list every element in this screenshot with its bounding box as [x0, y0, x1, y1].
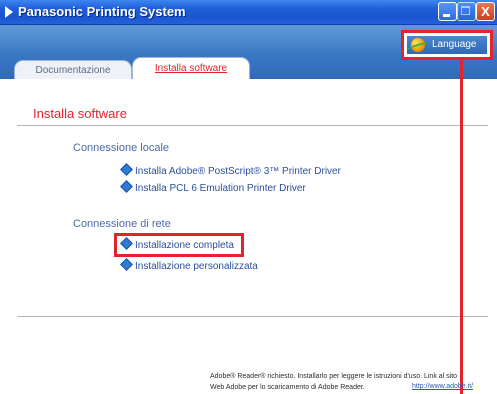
adobe-download-link[interactable]: http://www.adobe.it/ — [412, 383, 473, 390]
close-button[interactable]: X — [476, 2, 495, 21]
section-heading-network: Connessione di rete — [73, 218, 171, 230]
diamond-icon — [120, 237, 133, 250]
window-icon — [5, 6, 13, 18]
language-button[interactable]: Language — [407, 36, 487, 54]
link-label: Installazione completa — [135, 240, 234, 251]
main-content: Installa software Connessione locale Ins… — [0, 82, 497, 394]
minimize-button[interactable] — [438, 2, 457, 21]
maximize-button[interactable] — [457, 2, 476, 21]
footer-line-1: Adobe® Reader® richiesto. Installarlo pe… — [210, 373, 458, 380]
diamond-icon — [120, 180, 133, 193]
install-custom-link[interactable]: Installazione personalizzata — [120, 258, 258, 274]
diamond-icon — [120, 163, 133, 176]
link-label: Installa PCL 6 Emulation Printer Driver — [135, 183, 306, 194]
globe-icon — [411, 38, 425, 52]
language-label: Language — [432, 39, 477, 50]
diamond-icon — [120, 258, 133, 271]
tab-label: Documentazione — [35, 65, 111, 76]
app-window: Panasonic Printing System X Language Doc… — [0, 0, 497, 394]
install-postscript-driver-link[interactable]: Installa Adobe® PostScript® 3™ Printer D… — [120, 163, 341, 179]
divider — [17, 316, 488, 317]
window-title: Panasonic Printing System — [18, 4, 186, 19]
link-label: Installazione personalizzata — [135, 261, 258, 272]
tab-label: Installa software — [154, 63, 228, 74]
page-title: Installa software — [33, 106, 127, 121]
callout-line — [460, 60, 463, 394]
title-bar[interactable]: Panasonic Printing System X — [0, 0, 497, 25]
install-pcl6-driver-link[interactable]: Installa PCL 6 Emulation Printer Driver — [120, 180, 306, 196]
install-complete-link[interactable]: Installazione completa — [120, 237, 234, 253]
language-button-highlight: Language — [401, 30, 493, 60]
link-label: Installa Adobe® PostScript® 3™ Printer D… — [135, 166, 341, 177]
section-heading-local: Connessione locale — [73, 142, 170, 154]
divider — [17, 125, 488, 126]
